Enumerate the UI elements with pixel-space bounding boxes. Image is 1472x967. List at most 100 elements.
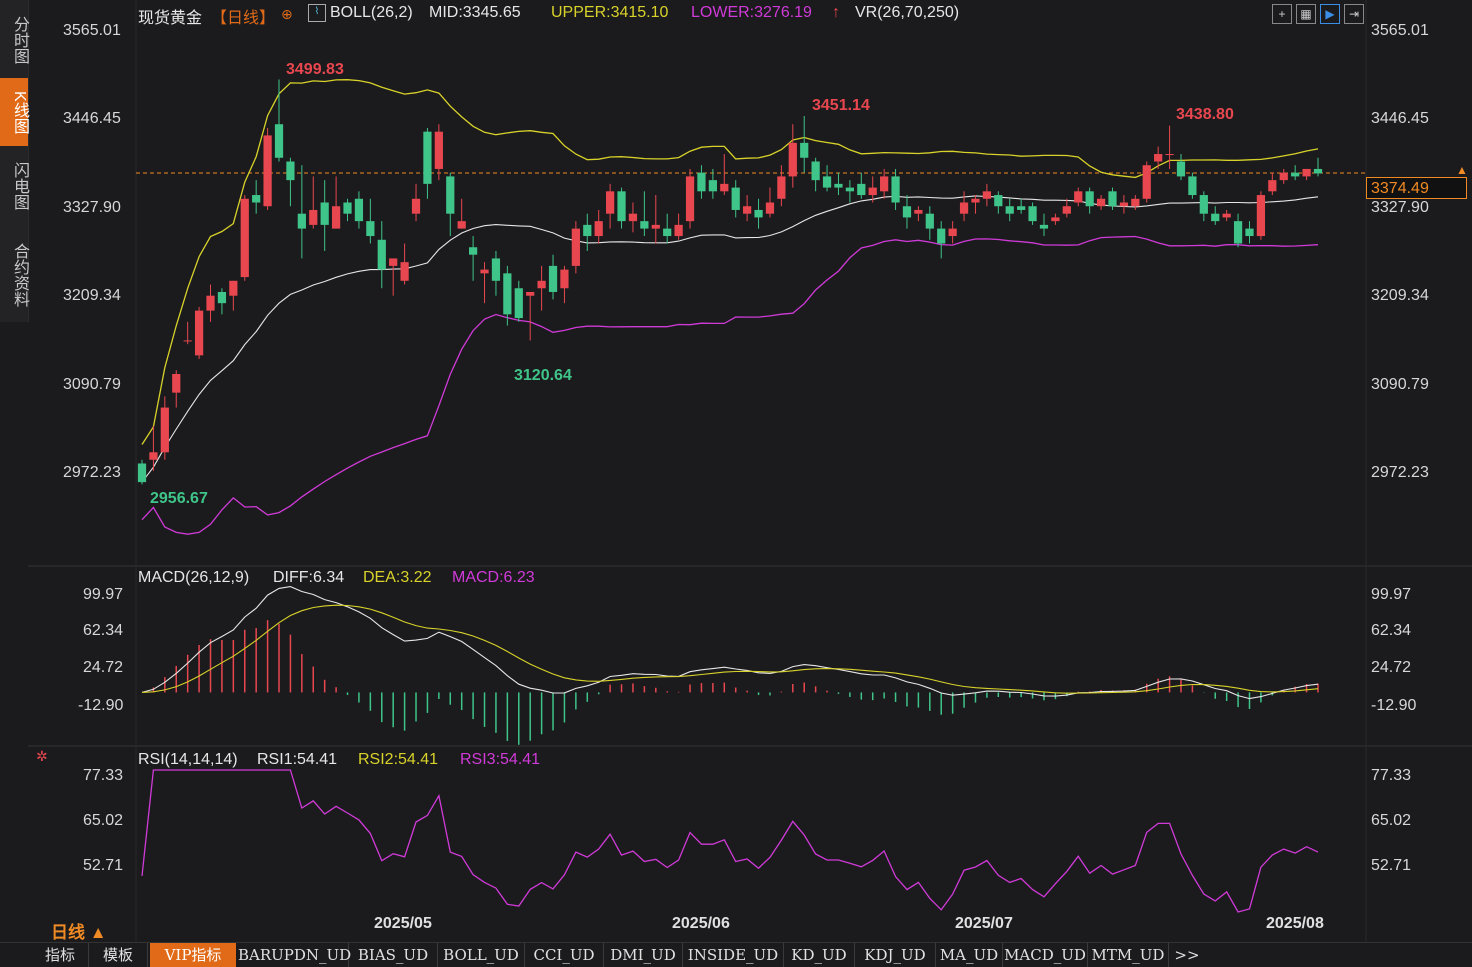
- candle-body: [1222, 213, 1231, 218]
- kline-chart-canvas[interactable]: [28, 0, 1472, 942]
- sidebar-item-flash[interactable]: 闪电图: [0, 152, 28, 220]
- candle-body: [468, 247, 478, 255]
- add-indicator-icon[interactable]: ⊕: [281, 6, 293, 23]
- tab-vip-indicators[interactable]: VIP指标: [150, 943, 236, 967]
- tab-ma[interactable]: MA_UD: [936, 943, 1003, 967]
- candle-body: [948, 228, 957, 237]
- tab-more[interactable]: >>: [1170, 943, 1204, 967]
- sidebar-item-timeshare[interactable]: 分时图: [0, 6, 28, 74]
- rsi3-value: RSI3:54.41: [460, 751, 541, 768]
- candle-body: [354, 198, 364, 222]
- candle-body: [685, 176, 695, 222]
- price-tick-right: 3565.01: [1371, 22, 1429, 39]
- price-tick-left: 3209.34: [63, 287, 121, 304]
- price-tick-left: 2972.23: [63, 464, 121, 481]
- tab-bias[interactable]: BIAS_UD: [349, 943, 438, 967]
- candle-body: [822, 176, 832, 188]
- x-axis-label: 2025/06: [672, 915, 730, 932]
- x-axis-label: 2025/08: [1266, 915, 1324, 932]
- tab-kd[interactable]: KD_UD: [784, 943, 855, 967]
- macd-tick-right: 24.72: [1371, 659, 1412, 676]
- candle-body: [937, 228, 946, 244]
- tab-dmi[interactable]: DMI_UD: [604, 943, 683, 967]
- candle-body: [446, 176, 455, 214]
- candle-body: [480, 269, 489, 274]
- candle-body: [331, 206, 341, 229]
- tab-macd[interactable]: MACD_UD: [1003, 943, 1088, 967]
- candle-body: [731, 187, 740, 210]
- candle-body: [617, 191, 626, 222]
- candle-body: [1074, 191, 1083, 203]
- indicator-chart-icon[interactable]: ⌇: [308, 4, 326, 22]
- settings-gear-icon[interactable]: ✲: [36, 748, 48, 765]
- candle-body: [1199, 195, 1208, 214]
- candle-body: [366, 221, 375, 237]
- candle-body: [172, 374, 181, 393]
- macd-tick-left: 62.34: [83, 622, 124, 639]
- high-annotation: 3499.83: [286, 61, 344, 78]
- play-icon[interactable]: ▶: [1320, 4, 1340, 24]
- candle-body: [1154, 154, 1163, 162]
- candle-body: [743, 206, 752, 214]
- up-arrow-icon: ↑: [832, 4, 840, 21]
- tab-indicators[interactable]: 指标: [32, 943, 89, 967]
- price-tick-right: 3090.79: [1371, 376, 1429, 393]
- candle-body: [651, 224, 660, 229]
- candle-body: [811, 161, 820, 181]
- candle-body: [514, 288, 523, 319]
- x-axis-label: 2025/05: [374, 915, 432, 932]
- current-price-tag: 3374.49: [1366, 177, 1467, 199]
- tab-boll[interactable]: BOLL_UD: [438, 943, 525, 967]
- candle-body: [1131, 198, 1140, 207]
- candle-body: [902, 206, 912, 218]
- price-tick-left: 3090.79: [63, 376, 121, 393]
- candle-body: [526, 291, 535, 296]
- candle-body: [457, 221, 466, 229]
- low-annotation: 2956.67: [150, 490, 208, 507]
- rsi2-value: RSI2:54.41: [358, 751, 439, 768]
- candle-body: [1142, 165, 1151, 199]
- candle-body: [491, 258, 501, 281]
- macd-dea-value: DEA:3.22: [363, 569, 432, 586]
- rsi-tick-right: 52.71: [1371, 857, 1412, 874]
- candle-body: [240, 198, 249, 278]
- candle-body: [206, 295, 215, 311]
- maximize-icon[interactable]: ⇥: [1344, 4, 1364, 24]
- candle-body: [971, 198, 980, 203]
- tab-templates[interactable]: 模板: [89, 943, 148, 967]
- crosshair-icon[interactable]: +: [1272, 4, 1292, 24]
- candle-body: [252, 195, 261, 203]
- tab-mtm[interactable]: MTM_UD: [1088, 943, 1169, 967]
- boll-upper-line: [141, 79, 1319, 445]
- boll-mid-value: MID:3345.65: [429, 4, 521, 21]
- grid-icon[interactable]: ▦: [1296, 4, 1316, 24]
- candle-body: [697, 172, 706, 192]
- candle-body: [1245, 228, 1254, 237]
- tab-inside[interactable]: INSIDE_UD: [683, 943, 784, 967]
- candle-body: [720, 183, 729, 192]
- candle-body: [834, 183, 843, 188]
- candle-body: [537, 280, 546, 289]
- candle-body: [1051, 217, 1060, 222]
- candle-body: [194, 310, 204, 356]
- tab-barupdn[interactable]: BARUPDN_UD: [238, 943, 351, 967]
- left-view-switcher: 分时图 K线图 闪电图 合约资料: [0, 0, 29, 322]
- tab-kdj[interactable]: KDJ_UD: [855, 943, 936, 967]
- rsi-tick-right: 77.33: [1371, 767, 1412, 784]
- candle-body: [1028, 206, 1037, 222]
- tab-cci[interactable]: CCI_UD: [525, 943, 604, 967]
- candle-body: [137, 463, 147, 483]
- period-selector[interactable]: 日线 ▲: [51, 918, 107, 943]
- candle-body: [1268, 180, 1277, 192]
- candle-body: [708, 180, 717, 192]
- symbol-name: 现货黄金: [138, 10, 203, 27]
- candle-body: [571, 228, 580, 266]
- sidebar-item-kline[interactable]: K线图: [0, 78, 28, 146]
- x-axis-label: 2025/07: [955, 915, 1013, 932]
- price-tick-left: 3327.90: [63, 199, 121, 216]
- candle-body: [1233, 221, 1243, 244]
- boll-lower-line: [141, 235, 1319, 535]
- candle-body: [800, 142, 809, 158]
- sidebar-item-contract-info[interactable]: 合约资料: [0, 232, 28, 318]
- candle-body: [309, 209, 318, 225]
